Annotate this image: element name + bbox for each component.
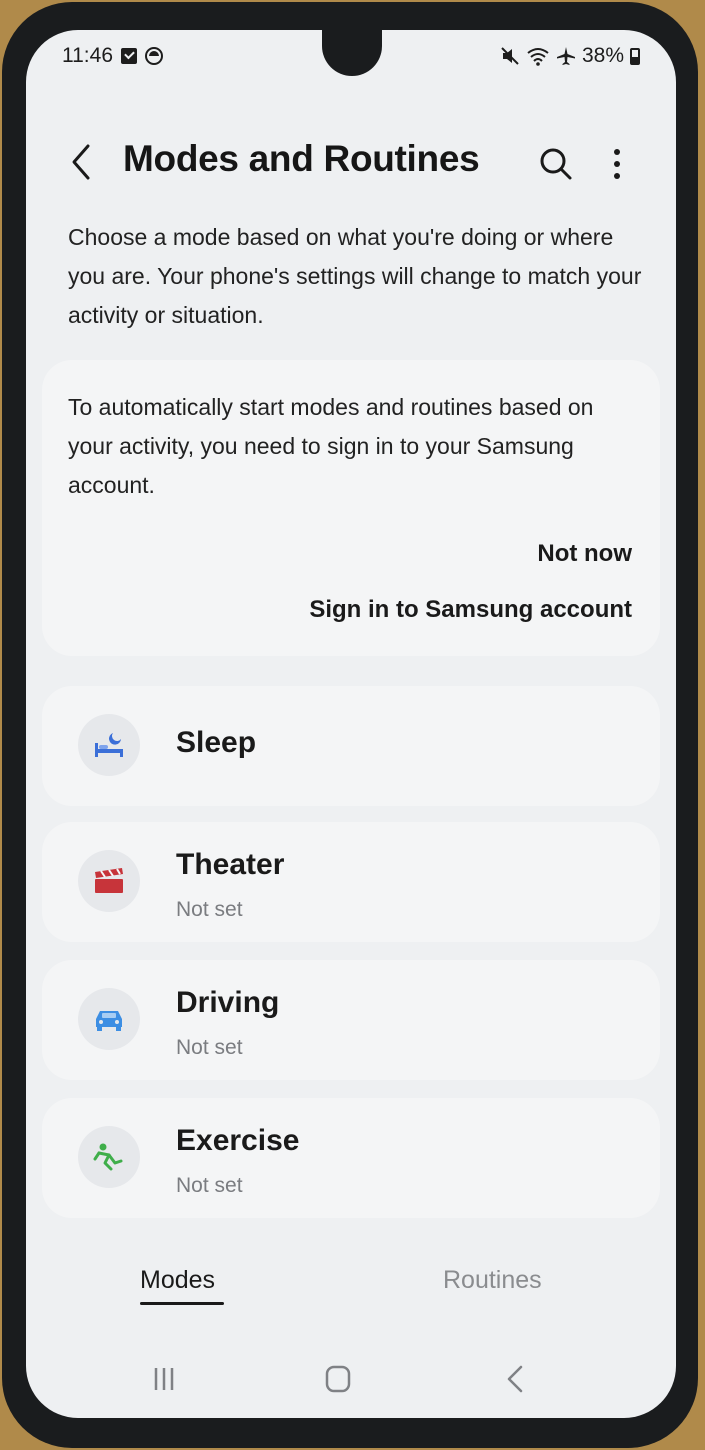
bottom-tabs: Modes Routines xyxy=(26,1258,676,1318)
home-button[interactable] xyxy=(318,1362,358,1396)
sign-in-button[interactable]: Sign in to Samsung account xyxy=(309,596,632,624)
home-icon xyxy=(325,1365,351,1393)
more-options-button[interactable] xyxy=(602,144,632,184)
mode-status: Not set xyxy=(176,1174,243,1197)
clapperboard-icon xyxy=(78,850,140,912)
signin-message: To automatically start modes and routine… xyxy=(68,394,594,498)
mode-status: Not set xyxy=(176,898,243,921)
tab-routines[interactable]: Routines xyxy=(443,1266,542,1295)
back-button[interactable] xyxy=(62,136,102,184)
status-bar: 11:46 38% xyxy=(26,44,676,74)
not-now-button[interactable]: Not now xyxy=(537,540,632,568)
mode-status: Not set xyxy=(176,1036,243,1059)
tab-modes[interactable]: Modes xyxy=(140,1266,215,1295)
battery-percent: 38% xyxy=(581,44,624,67)
running-icon xyxy=(78,1126,140,1188)
notification-app-icon xyxy=(145,47,163,65)
battery-icon xyxy=(630,47,640,65)
mode-item-driving[interactable]: Driving Not set xyxy=(42,960,660,1080)
signin-card: To automatically start modes and routine… xyxy=(42,360,660,656)
search-icon xyxy=(540,148,572,180)
wifi-icon xyxy=(527,48,549,66)
notification-check-icon xyxy=(121,48,137,64)
mode-name: Driving xyxy=(176,986,280,1019)
phone-screen: 11:46 38% Modes and Routines Choose a mo… xyxy=(26,30,676,1418)
app-header: Modes and Routines xyxy=(26,130,676,200)
status-time: 11:46 xyxy=(62,44,113,67)
mode-name: Theater xyxy=(176,848,285,881)
system-navigation-bar xyxy=(26,1348,676,1408)
mute-icon xyxy=(501,47,519,65)
chevron-left-icon xyxy=(72,144,90,180)
car-icon xyxy=(78,988,140,1050)
page-description: Choose a mode based on what you're doing… xyxy=(68,224,642,328)
mode-item-exercise[interactable]: Exercise Not set xyxy=(42,1098,660,1218)
mode-name: Exercise xyxy=(176,1124,300,1157)
bed-icon xyxy=(78,714,140,776)
recent-apps-icon xyxy=(154,1368,174,1390)
airplane-icon xyxy=(556,47,575,65)
back-arrow-icon xyxy=(507,1365,523,1393)
search-button[interactable] xyxy=(536,144,576,184)
mode-item-theater[interactable]: Theater Not set xyxy=(42,822,660,942)
active-tab-indicator xyxy=(140,1302,224,1305)
page-title: Modes and Routines xyxy=(123,138,480,179)
mode-item-sleep[interactable]: Sleep xyxy=(42,686,660,806)
mode-name: Sleep xyxy=(176,726,257,759)
recent-apps-button[interactable] xyxy=(144,1362,184,1396)
more-vertical-icon xyxy=(614,149,620,179)
system-back-button[interactable] xyxy=(496,1362,536,1396)
